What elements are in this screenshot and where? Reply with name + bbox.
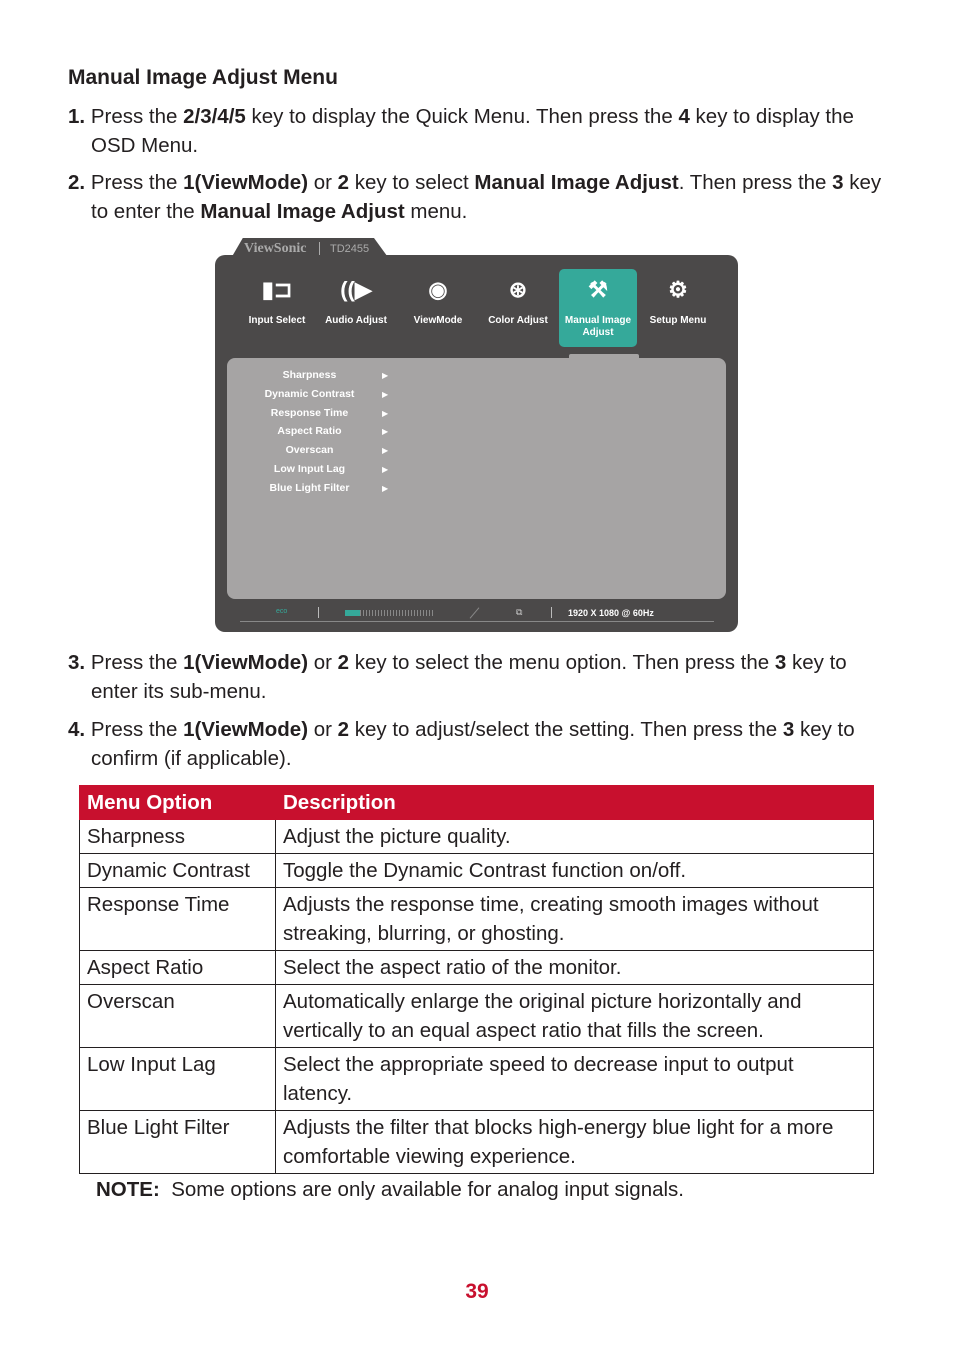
input-icon: ▮⊐ bbox=[261, 277, 293, 302]
osd-tab-label: ViewMode bbox=[413, 315, 463, 326]
gear-icon: ⚙ bbox=[668, 277, 688, 302]
manual-image-icon: ⚒ bbox=[588, 277, 608, 302]
arrow-right-icon: ▶ bbox=[382, 427, 389, 437]
osd-status-bar: eco ⧉ 1920 X 1080 @ 60Hz bbox=[240, 606, 714, 622]
osd-option[interactable]: Sharpness bbox=[247, 369, 372, 381]
arrow-right-icon: ▶ bbox=[382, 465, 389, 474]
note: NOTE: Some options are only available fo… bbox=[96, 1178, 685, 1201]
step-2: 2. Press the 1(ViewMode) or 2 key to sel… bbox=[68, 171, 882, 223]
menu-options-table: Menu Option Description Sharpness Adjust t… bbox=[79, 785, 874, 1174]
option-cell: Blue Light Filter bbox=[79, 1110, 276, 1174]
description-cell: Select the appropriate speed to decrease… bbox=[275, 1047, 874, 1111]
arrow-right-icon: ▶ bbox=[382, 371, 389, 380]
osd-tab-label: Audio Adjust bbox=[325, 315, 387, 326]
osd-option[interactable]: Blue Light Filter bbox=[247, 482, 372, 494]
arrow-right-icon: ▶ bbox=[382, 408, 389, 418]
osd-option[interactable]: Low Input Lag bbox=[247, 463, 372, 475]
resolution-readout: 1920 X 1080 @ 60Hz bbox=[568, 608, 654, 618]
description-cell: Adjusts the filter that blocks high-ener… bbox=[275, 1110, 874, 1174]
osd-tab-label: Manual Image Adjust bbox=[564, 315, 632, 338]
section-heading: Manual Image Adjust Menu bbox=[68, 66, 338, 89]
option-cell: Aspect Ratio bbox=[79, 950, 276, 985]
table-row: Overscan Automatically enlarge the origin… bbox=[79, 984, 874, 1048]
osd-submenu-panel: Sharpness ▶ Dynamic Contrast ▶ Response Time… bbox=[227, 358, 726, 599]
step-3: 3. Press the 1(ViewMode) or 2 key to sel… bbox=[68, 651, 847, 703]
description-cell: Select the aspect ratio of the monitor. bbox=[275, 950, 874, 985]
osd-tab-viewmode[interactable]: ◉ ViewMode bbox=[399, 269, 477, 347]
description-cell: Adjusts the response time, creating smoo… bbox=[275, 887, 874, 951]
page: Manual Image Adjust Menu 1. Press the 2/… bbox=[0, 0, 954, 1350]
eye-icon: ◉ bbox=[428, 277, 448, 302]
table-row: Blue Light Filter Adjusts the filter that… bbox=[79, 1110, 874, 1174]
step-4: 4. Press the 1(ViewMode) or 2 key to adj… bbox=[68, 718, 855, 770]
arrow-right-icon: ▶ bbox=[382, 483, 389, 493]
model-label: TD2455 bbox=[330, 243, 370, 255]
osd-tab-setup-menu[interactable]: ⚙ Setup Menu bbox=[639, 269, 717, 347]
description-cell: Automatically enlarge the original pictu… bbox=[275, 984, 874, 1048]
arrow-right-icon: ▶ bbox=[382, 389, 389, 399]
osd-tab-manual-image-adjust[interactable]: ⚒ Manual Image Adjust bbox=[559, 269, 637, 347]
arrow-right-icon: ▶ bbox=[382, 446, 389, 456]
osd-tab-audio-adjust[interactable]: ((▶ Audio Adjust bbox=[317, 269, 395, 347]
osd-option[interactable]: Aspect Ratio bbox=[247, 425, 372, 437]
osd-option[interactable]: Overscan bbox=[247, 444, 372, 456]
header-description: Description bbox=[275, 785, 874, 820]
description-cell: Toggle the Dynamic Contrast function on/… bbox=[275, 853, 874, 888]
page-number: 39 bbox=[465, 1280, 489, 1303]
osd-tab-input-select[interactable]: ▮⊐ Input Select bbox=[238, 269, 316, 347]
speaker-icon: ((▶ bbox=[340, 277, 372, 302]
option-cell: Overscan bbox=[79, 984, 276, 1048]
option-cell: Low Input Lag bbox=[79, 1047, 276, 1111]
osd-tab-color-adjust[interactable]: ⊛ Color Adjust bbox=[479, 269, 557, 347]
step-1: 1. Press the 2/3/4/5 key to display the … bbox=[68, 105, 854, 157]
table-row: Sharpness Adjust the picture quality. bbox=[79, 819, 874, 854]
osd-tab-label: Color Adjust bbox=[488, 315, 548, 326]
table-row: Low Input Lag Select the appropriate spee… bbox=[79, 1047, 874, 1111]
option-cell: Response Time bbox=[79, 887, 276, 951]
osd-tab-label: Setup Menu bbox=[649, 315, 707, 326]
osd-option[interactable]: Dynamic Contrast bbox=[247, 388, 372, 400]
table-row: Response Time Adjusts the response time, … bbox=[79, 887, 874, 951]
header-menu-option: Menu Option bbox=[79, 785, 276, 820]
eco-icon: eco bbox=[276, 608, 288, 615]
option-cell: Sharpness bbox=[79, 819, 276, 854]
description-cell: Adjust the picture quality. bbox=[275, 819, 874, 854]
osd-tab-label: Input Select bbox=[248, 315, 306, 326]
eco-level-bar bbox=[345, 610, 435, 616]
osd-option[interactable]: Response Time bbox=[247, 407, 372, 419]
option-cell: Dynamic Contrast bbox=[79, 853, 276, 888]
input-source-icon: ⧉ bbox=[516, 607, 523, 617]
table-row: Aspect Ratio Select the aspect ratio of t… bbox=[79, 950, 874, 985]
color-circles-icon: ⊛ bbox=[508, 277, 528, 302]
table-row: Dynamic Contrast Toggle the Dynamic Contr… bbox=[79, 853, 874, 888]
